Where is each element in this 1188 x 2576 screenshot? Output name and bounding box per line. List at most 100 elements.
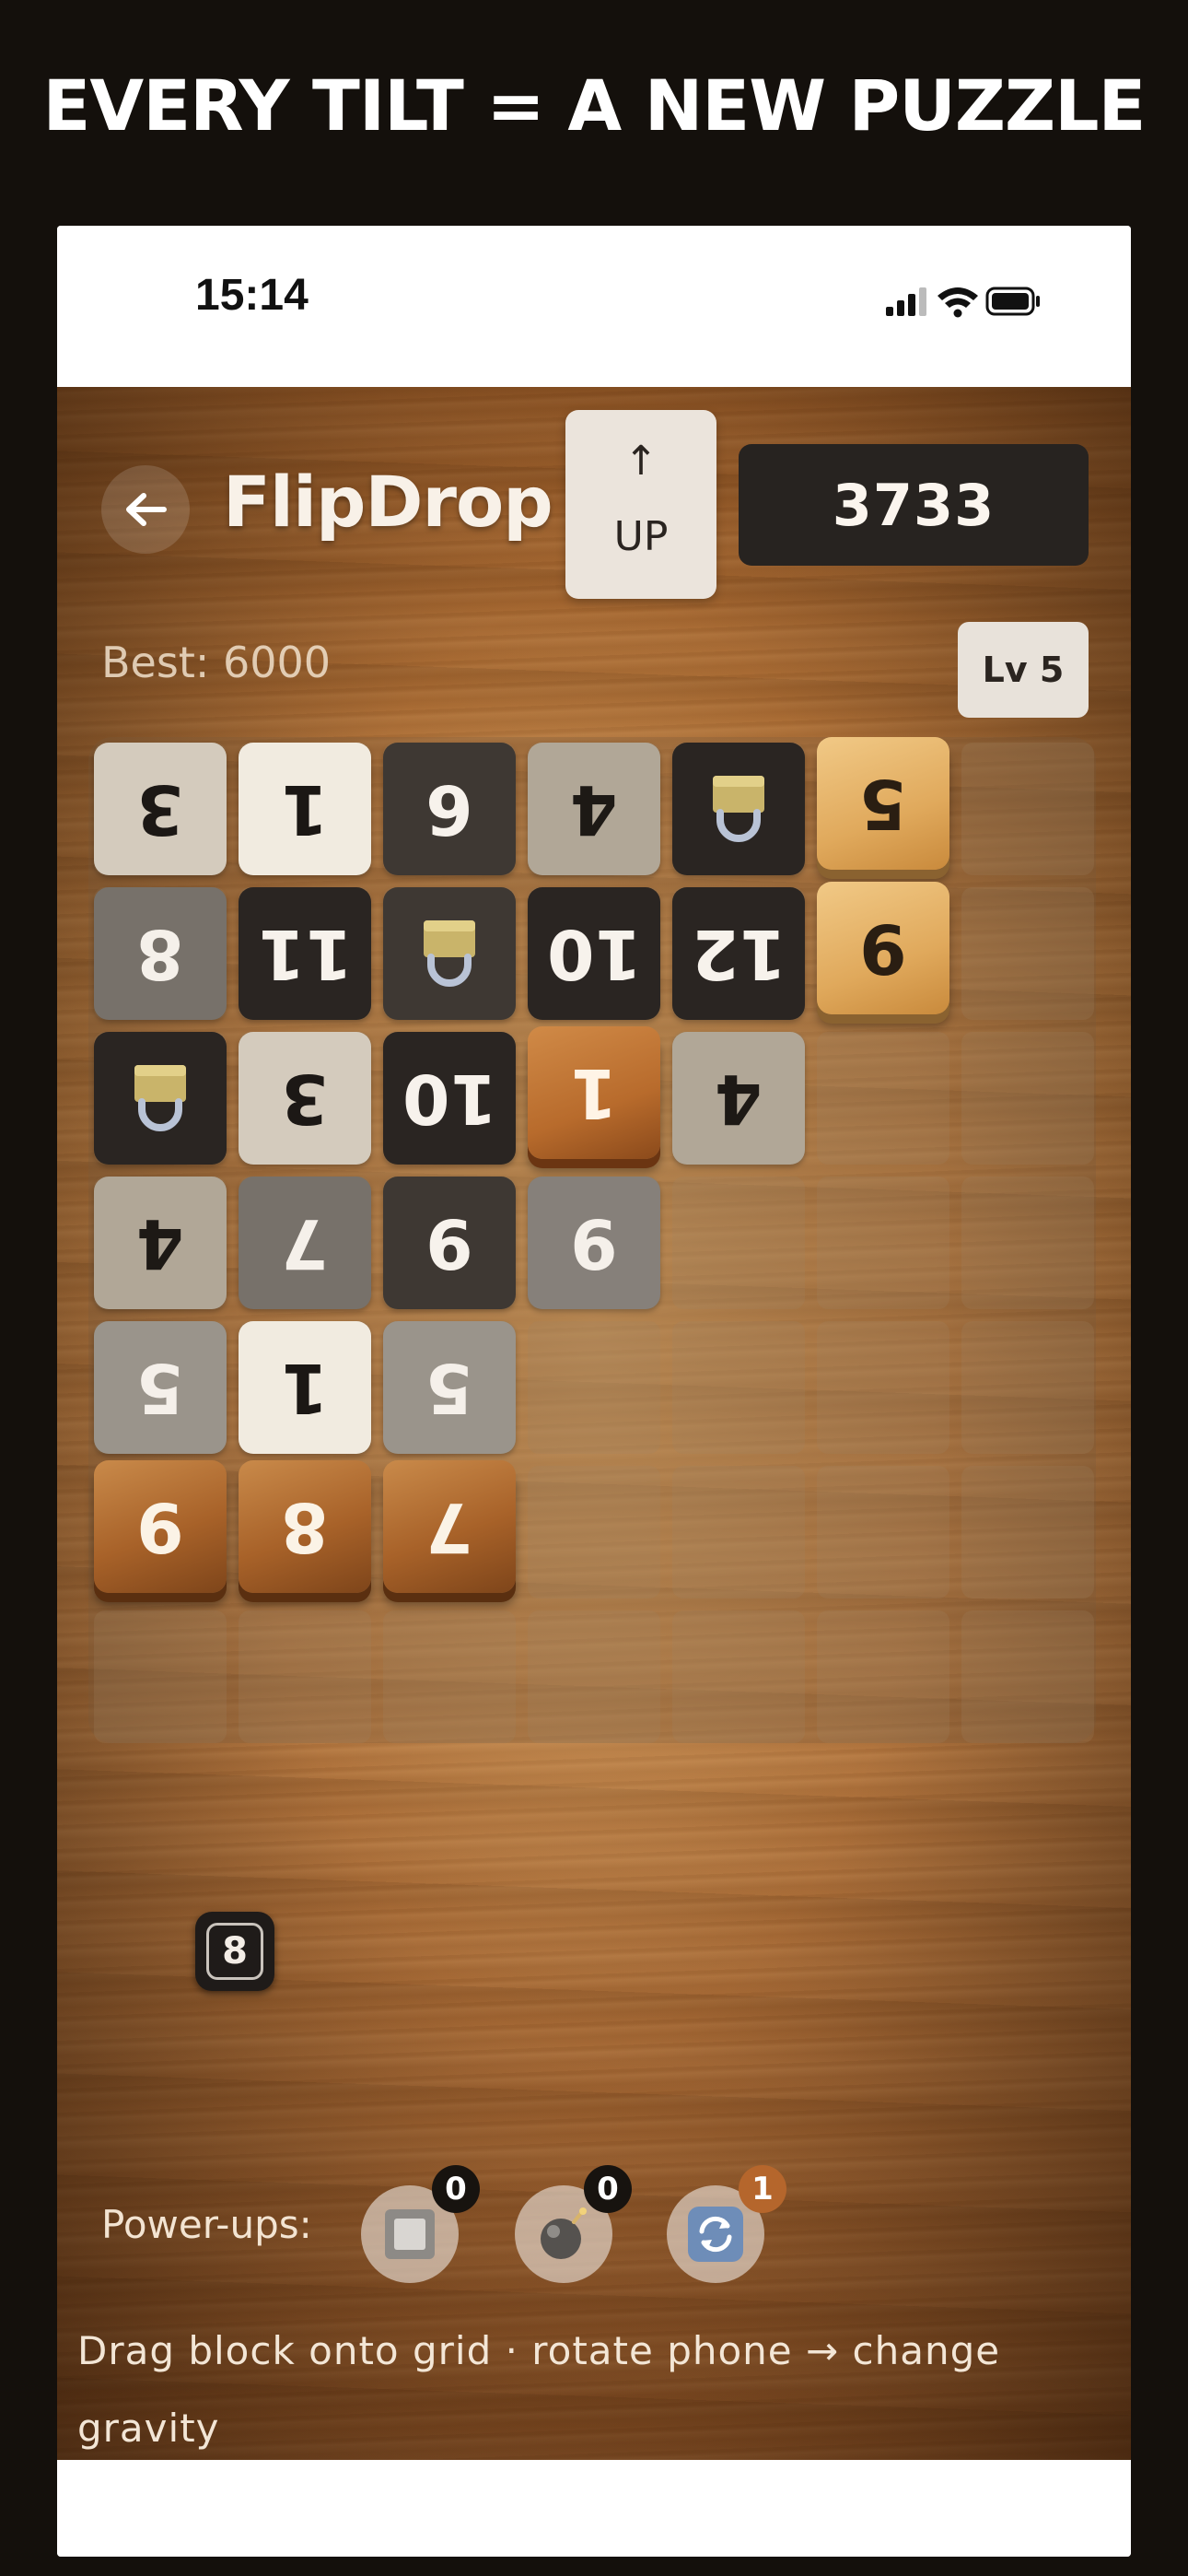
- promo-headline: EVERY TILT = A NEW PUZZLE: [42, 64, 1147, 146]
- grid-cell[interactable]: [672, 1466, 805, 1598]
- number-tile: 4: [528, 743, 660, 875]
- arrow-left-icon: [126, 493, 167, 526]
- arrow-up-icon: ↑: [623, 438, 658, 485]
- tile-value: 11: [257, 914, 353, 993]
- grid-cell[interactable]: [961, 1466, 1094, 1598]
- grid-cell[interactable]: [817, 1321, 949, 1454]
- powerup-block-count: 0: [432, 2165, 480, 2213]
- grid-cell[interactable]: [817, 1466, 949, 1598]
- tile-value: 10: [546, 914, 642, 993]
- grid-cell[interactable]: [672, 1610, 805, 1743]
- locked-tile: [94, 1032, 227, 1165]
- gravity-direction-button[interactable]: ↑ UP: [565, 410, 716, 599]
- padlock-icon: [713, 776, 764, 842]
- locked-tile: [672, 743, 805, 875]
- rotate-icon: [688, 2207, 743, 2262]
- tile-value: 3: [281, 1059, 329, 1138]
- grid-cell[interactable]: [817, 1177, 949, 1309]
- phone-screen: 15:14 FlipDrop ↑ UP 3733 Best: 6000 Lv 5…: [57, 226, 1131, 2557]
- grid-cell[interactable]: [528, 1321, 660, 1454]
- number-tile: 4: [94, 1177, 227, 1309]
- number-tile: 1: [239, 743, 371, 875]
- grid-cell[interactable]: [961, 1032, 1094, 1165]
- wifi-icon: [938, 287, 978, 318]
- score-display: 3733: [739, 444, 1089, 566]
- number-tile: 8: [239, 1460, 371, 1593]
- number-tile: 9: [383, 1177, 516, 1309]
- padlock-icon: [424, 920, 475, 987]
- status-icons: [886, 287, 1040, 318]
- status-bar: 15:14: [57, 226, 1131, 387]
- number-tile: 3: [239, 1032, 371, 1165]
- tile-value: 4: [136, 1203, 184, 1282]
- grid-cell[interactable]: [961, 1610, 1094, 1743]
- hint-text: Drag block onto grid · rotate phone → ch…: [77, 2328, 1001, 2451]
- battery-icon: [985, 287, 1040, 316]
- grid-cell[interactable]: [94, 1610, 227, 1743]
- tile-value: 1: [281, 769, 329, 849]
- block-icon: [385, 2209, 435, 2259]
- status-time: 15:14: [195, 271, 309, 320]
- number-tile: 9: [94, 1460, 227, 1593]
- tile-value: 9: [570, 1203, 618, 1282]
- grid-cell[interactable]: [961, 743, 1094, 875]
- padlock-icon: [134, 1065, 186, 1131]
- tile-value: 9: [859, 908, 907, 988]
- grid-cell[interactable]: [383, 1610, 516, 1743]
- number-tile: 7: [383, 1460, 516, 1593]
- game-grid[interactable]: 3 1 6 4 5 8 11 10 12 9 3 10 1 4 4 7 9 9 5 1 5 9 8 7: [88, 737, 1096, 1743]
- next-block[interactable]: 8: [195, 1912, 274, 1991]
- next-block-value: 8: [206, 1923, 263, 1980]
- number-tile: 1: [239, 1321, 371, 1454]
- grid-cell[interactable]: [672, 1177, 805, 1309]
- number-tile: 5: [94, 1321, 227, 1454]
- signal-icon: [886, 287, 926, 316]
- tile-value: 8: [136, 914, 184, 993]
- locked-tile: [383, 887, 516, 1020]
- tile-value: 6: [425, 769, 473, 849]
- tile-value: 5: [859, 764, 907, 843]
- best-score: Best: 6000: [101, 638, 332, 687]
- grid-cell[interactable]: [528, 1610, 660, 1743]
- grid-cell[interactable]: [961, 1177, 1094, 1309]
- tile-value: 1: [281, 1348, 329, 1427]
- back-button[interactable]: [101, 465, 190, 554]
- number-tile: 11: [239, 887, 371, 1020]
- number-tile: 5: [383, 1321, 516, 1454]
- tile-value: 1: [570, 1053, 618, 1132]
- number-tile: 12: [672, 887, 805, 1020]
- tile-value: 5: [136, 1348, 184, 1427]
- tile-value: 9: [136, 1487, 184, 1566]
- grid-cell[interactable]: [817, 1610, 949, 1743]
- app-title: FlipDrop: [223, 461, 553, 543]
- bomb-icon: [541, 2207, 587, 2259]
- number-tile: 10: [528, 887, 660, 1020]
- grid-cell[interactable]: [817, 1032, 949, 1165]
- number-tile: 3: [94, 743, 227, 875]
- number-tile: 6: [383, 743, 516, 875]
- tile-value: 12: [691, 914, 786, 993]
- level-badge: Lv 5: [958, 622, 1089, 718]
- grid-cell[interactable]: [528, 1466, 660, 1598]
- number-tile: 9: [817, 882, 949, 1014]
- number-tile: 7: [239, 1177, 371, 1309]
- number-tile: 4: [672, 1032, 805, 1165]
- number-tile: 9: [528, 1177, 660, 1309]
- number-tile: 8: [94, 887, 227, 1020]
- number-tile: 1: [528, 1026, 660, 1159]
- powerups-label: Power-ups:: [101, 2202, 312, 2247]
- tile-value: 7: [425, 1487, 473, 1566]
- game-area: FlipDrop ↑ UP 3733 Best: 6000 Lv 5 3 1 6 4 5…: [57, 387, 1131, 2460]
- tile-value: 3: [136, 769, 184, 849]
- grid-cell[interactable]: [239, 1610, 371, 1743]
- grid-cell[interactable]: [961, 887, 1094, 1020]
- tile-value: 4: [715, 1059, 763, 1138]
- tile-value: 8: [281, 1487, 329, 1566]
- grid-cell[interactable]: [672, 1321, 805, 1454]
- tile-value: 4: [570, 769, 618, 849]
- tile-value: 9: [425, 1203, 473, 1282]
- powerup-rotate-count: 1: [739, 2165, 786, 2213]
- number-tile: 10: [383, 1032, 516, 1165]
- grid-cell[interactable]: [961, 1321, 1094, 1454]
- tile-value: 10: [402, 1059, 497, 1138]
